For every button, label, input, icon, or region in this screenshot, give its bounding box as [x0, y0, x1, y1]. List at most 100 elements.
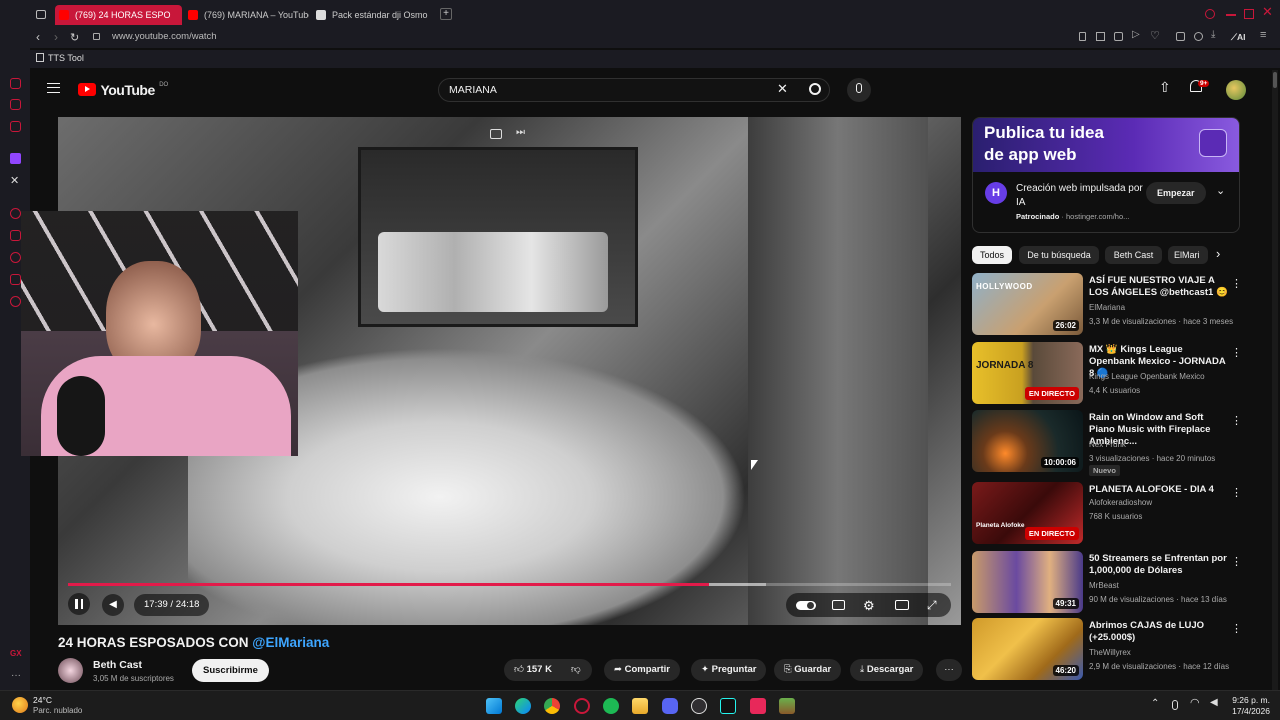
- messenger-icon[interactable]: [10, 99, 21, 110]
- fullscreen-icon[interactable]: ⤢: [927, 598, 937, 613]
- save-button[interactable]: ⎘ Guardar: [774, 659, 842, 681]
- ai-button[interactable]: ⟋AI: [1231, 32, 1245, 43]
- new-tab-button[interactable]: +: [440, 8, 452, 20]
- windows-start-icon[interactable]: [486, 698, 502, 714]
- thumbnail[interactable]: Planeta Alofoke EN DIRECTO: [972, 482, 1083, 544]
- autoplay-toggle[interactable]: [796, 601, 816, 610]
- twitch-icon[interactable]: [10, 153, 21, 164]
- scrollbar-thumb[interactable]: [1273, 72, 1277, 88]
- dislike-icon[interactable]: 👎︎: [571, 659, 581, 681]
- miniplayer-icon[interactable]: [490, 129, 502, 139]
- list-item[interactable]: Planeta Alofoke EN DIRECTO PLANETA ALOFO…: [972, 482, 1242, 544]
- search-box[interactable]: MARIANA ✕: [438, 78, 830, 102]
- thumbnail[interactable]: 49:31: [972, 551, 1083, 613]
- more-icon[interactable]: ···: [11, 670, 21, 681]
- minimize-button[interactable]: [1226, 14, 1236, 16]
- player-icon[interactable]: ▷: [1132, 29, 1140, 40]
- spotify-icon[interactable]: [603, 698, 619, 714]
- channel-avatar[interactable]: [58, 658, 83, 683]
- close-button[interactable]: ✕: [1262, 4, 1273, 20]
- extensions-icon[interactable]: [1176, 32, 1185, 41]
- rec-menu-icon[interactable]: ⋮: [1231, 555, 1242, 568]
- file-explorer-icon[interactable]: [632, 698, 648, 714]
- hamburger-menu-icon[interactable]: [47, 83, 60, 93]
- ad-expand-icon[interactable]: ⌄: [1216, 184, 1225, 197]
- list-item[interactable]: HOLLYWOOD 26:02 ASÍ FUE NUESTRO VIAJE A …: [972, 273, 1242, 335]
- youtube-logo[interactable]: YouTube DO: [78, 81, 168, 98]
- maximize-button[interactable]: [1244, 9, 1254, 19]
- ad-cta-button[interactable]: Empezar: [1146, 182, 1206, 204]
- thumbnail[interactable]: JORNADA 8 EN DIRECTO: [972, 342, 1083, 404]
- share-button[interactable]: ➦ Compartir: [604, 659, 681, 681]
- pin-icon[interactable]: [1079, 32, 1086, 41]
- avatar[interactable]: [1226, 80, 1246, 100]
- chip-beth-cast[interactable]: Beth Cast: [1105, 246, 1162, 264]
- list-item[interactable]: 10:00:06 Rain on Window and Soft Piano M…: [972, 410, 1242, 476]
- thumbnail[interactable]: 10:00:06: [972, 410, 1083, 472]
- download-button[interactable]: ⤓ Descargar: [850, 659, 924, 681]
- search-input[interactable]: MARIANA: [449, 84, 497, 96]
- instagram-icon[interactable]: [10, 121, 21, 132]
- discord-icon[interactable]: [662, 698, 678, 714]
- obs-icon[interactable]: [691, 698, 707, 714]
- tray-wifi-icon[interactable]: ◠: [1190, 696, 1200, 709]
- chip-todos[interactable]: Todos: [972, 246, 1012, 264]
- theater-mode-icon[interactable]: [895, 600, 909, 610]
- download-icon[interactable]: ⤓: [1211, 29, 1215, 40]
- rec-menu-icon[interactable]: ⋮: [1231, 414, 1242, 427]
- x-icon[interactable]: ✕: [10, 174, 19, 187]
- reload-icon[interactable]: ↻: [70, 31, 79, 44]
- account-icon[interactable]: [1194, 32, 1203, 41]
- settings-gear-icon[interactable]: ⚙: [863, 598, 875, 614]
- ad-banner[interactable]: Publica tu idea de app web: [973, 118, 1239, 172]
- ad-card[interactable]: Publica tu idea de app web H Creación we…: [972, 117, 1240, 233]
- clock-icon[interactable]: [10, 252, 21, 263]
- favorites-icon[interactable]: [10, 230, 21, 241]
- tiktok-icon[interactable]: [10, 208, 21, 219]
- skip-next-icon[interactable]: ⏭: [516, 127, 525, 138]
- rec-menu-icon[interactable]: ⋮: [1231, 277, 1242, 290]
- rec-menu-icon[interactable]: ⋮: [1231, 622, 1242, 635]
- clock-date[interactable]: 17/4/2026: [1226, 706, 1270, 716]
- weather-icon[interactable]: [12, 697, 28, 713]
- chip-elmariana[interactable]: ElMari: [1168, 246, 1208, 264]
- back-icon[interactable]: ‹: [36, 30, 40, 44]
- bookmark-tts-tool[interactable]: TTS Tool: [36, 53, 84, 63]
- shield-icon[interactable]: [1114, 32, 1123, 41]
- subscribe-button[interactable]: Suscribirme: [192, 659, 269, 682]
- channel-name[interactable]: Beth Cast: [93, 659, 142, 671]
- url-field[interactable]: www.youtube.com/watch: [112, 31, 217, 42]
- tiktok-app-icon[interactable]: [720, 698, 736, 714]
- aria-icon[interactable]: [10, 78, 21, 89]
- more-actions-button[interactable]: ···: [936, 659, 962, 681]
- tab-dji[interactable]: Pack estándar dji Osmo N: [312, 5, 430, 25]
- tab-manager-icon[interactable]: [36, 10, 46, 19]
- search-tabs-icon[interactable]: [1205, 9, 1215, 19]
- clock-time[interactable]: 9:26 p. m.: [1232, 695, 1270, 705]
- upload-icon[interactable]: ⇧: [1159, 79, 1171, 96]
- clear-search-icon[interactable]: ✕: [777, 81, 788, 97]
- pause-button[interactable]: [68, 593, 90, 615]
- progress-bar[interactable]: [68, 583, 951, 586]
- volume-icon[interactable]: ◀: [102, 594, 124, 616]
- list-item[interactable]: 46:20 Abrimos CAJAS de LUJO (+25.000$) T…: [972, 618, 1242, 680]
- heart-icon[interactable]: ♡: [1150, 29, 1160, 42]
- tab-video[interactable]: (769) 24 HORAS ESPO: [55, 5, 182, 25]
- gx-icon[interactable]: GX: [10, 649, 22, 658]
- rec-menu-icon[interactable]: ⋮: [1231, 346, 1242, 359]
- rec-menu-icon[interactable]: ⋮: [1231, 486, 1242, 499]
- list-item[interactable]: 49:31 50 Streamers se Enfrentan por 1,00…: [972, 551, 1242, 613]
- capcut-icon[interactable]: [750, 698, 766, 714]
- list-item[interactable]: JORNADA 8 EN DIRECTO MX 👑 Kings League O…: [972, 342, 1242, 404]
- snapshot-icon[interactable]: [1096, 32, 1105, 41]
- mention-link[interactable]: @ElMariana: [252, 635, 329, 650]
- minecraft-icon[interactable]: [779, 698, 795, 714]
- search-icon[interactable]: [809, 83, 821, 95]
- subtitles-icon[interactable]: [832, 600, 845, 610]
- tray-expand-icon[interactable]: ⌃: [1151, 698, 1159, 709]
- edge-icon[interactable]: [515, 698, 531, 714]
- chrome-icon[interactable]: [544, 698, 560, 714]
- tray-volume-icon[interactable]: ◀: [1210, 697, 1218, 708]
- voice-search-icon[interactable]: [847, 78, 871, 102]
- thumbnail[interactable]: HOLLYWOOD 26:02: [972, 273, 1083, 335]
